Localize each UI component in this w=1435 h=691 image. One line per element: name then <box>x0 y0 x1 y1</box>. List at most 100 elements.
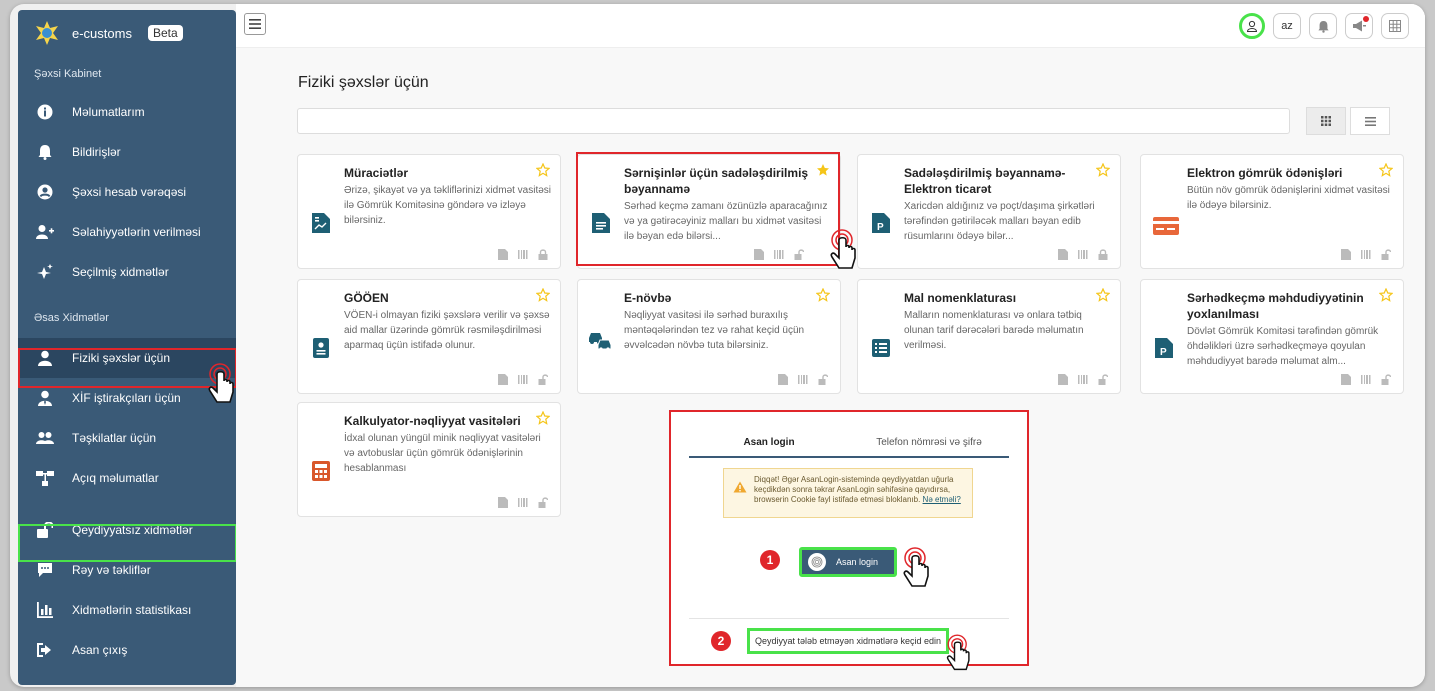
tab-asan-login[interactable]: Asan login <box>689 428 849 456</box>
sidebar-item-organizations[interactable]: Təşkilatlar üçün <box>18 418 236 458</box>
sign-out-icon <box>36 641 54 659</box>
card-title: Kalkulyator-nəqliyyat vasitələri <box>344 414 521 428</box>
service-card-electronic-payments[interactable]: Elektron gömrük ödənişləri Bütün növ göm… <box>1140 154 1404 269</box>
search-input[interactable] <box>297 108 1290 134</box>
cookie-warning: Diqqət! Əgər AsanLogin-sistemində qeydiy… <box>723 468 973 518</box>
card-description: Malların nomenklaturası və onlara tətbiq… <box>904 310 1084 351</box>
sidebar-item-info[interactable]: Məlumatlarım <box>18 92 236 132</box>
section-personal-title: Şəxsi Kabinet <box>34 68 102 80</box>
warning-icon <box>733 481 747 493</box>
favorite-star-icon[interactable] <box>536 288 550 302</box>
favorite-star-icon[interactable] <box>536 163 550 177</box>
credit-card-icon <box>1153 217 1179 235</box>
new-badge-dot <box>1363 16 1369 22</box>
list-view-button[interactable] <box>1350 107 1390 135</box>
sidebar-item-open-data[interactable]: Açıq məlumatlar <box>18 458 236 498</box>
service-card-vehicle-calculator[interactable]: Kalkulyator-nəqliyyat vasitələri İdxal o… <box>297 402 561 517</box>
favorite-star-icon[interactable] <box>816 288 830 302</box>
favorite-star-icon[interactable] <box>1379 163 1393 177</box>
calculator-icon <box>312 461 330 481</box>
unlock-icon <box>1381 249 1391 260</box>
login-tabs: Asan login Telefon nömrəsi və şifrə <box>689 428 1009 458</box>
favorite-star-icon[interactable] <box>1379 288 1393 302</box>
bar-chart-icon <box>36 601 54 619</box>
sidebar-item-label: Səlahiyyətlərin verilməsi <box>72 225 201 239</box>
barcode-icon <box>1078 375 1088 384</box>
card-title: Sərhədkeçmə məhdudiyyətinin yoxlanılması <box>1187 291 1364 321</box>
bell-icon <box>1317 20 1329 33</box>
document-icon <box>1341 374 1351 385</box>
card-feature-icons <box>1341 249 1391 260</box>
brand[interactable]: e-customs Beta <box>18 10 236 56</box>
stars-icon <box>36 263 54 281</box>
step-badge-1: 1 <box>760 550 780 570</box>
main-area: az Fiziki şəxslər üçün Müraciətlər Ərizə… <box>236 4 1425 687</box>
favorite-star-icon[interactable] <box>1096 163 1110 177</box>
document-icon <box>1058 374 1068 385</box>
sidebar-item-label: Bildirişlər <box>72 145 121 159</box>
list-view-icon <box>1364 116 1376 126</box>
service-card-e-queue[interactable]: E-növbə Nəqliyyat vasitəsi ilə sərhəd bu… <box>577 279 841 394</box>
notifications-button[interactable] <box>1309 13 1337 39</box>
document-icon <box>498 374 508 385</box>
sidebar-item-permissions[interactable]: Səlahiyyətlərin verilməsi <box>18 212 236 252</box>
login-panel: Asan login Telefon nömrəsi və şifrə Diqq… <box>669 410 1029 666</box>
sidebar-item-label: Məlumatlarım <box>72 105 145 119</box>
info-icon <box>36 103 54 121</box>
sidebar-item-account[interactable]: Şəxsi hesab vərəqəsi <box>18 172 236 212</box>
sidebar-item-favorites[interactable]: Seçilmiş xidmətlər <box>18 252 236 292</box>
pointer-hand-icon <box>824 228 864 276</box>
lock-icon <box>1098 249 1108 260</box>
service-card-nomenclature[interactable]: Mal nomenklaturası Malların nomenklatura… <box>857 279 1121 394</box>
sidebar-item-notifications[interactable]: Bildirişlər <box>18 132 236 172</box>
service-card-appeals[interactable]: Müraciətlər Ərizə, şikayət və ya təklifl… <box>297 154 561 269</box>
highlight-passenger-card <box>576 152 840 266</box>
beta-badge: Beta <box>147 25 183 41</box>
hamburger-icon <box>249 19 261 29</box>
view-toggle <box>1306 107 1390 135</box>
unregistered-services-link[interactable]: Qeydiyyat tələb etməyən xidmətlərə keçid… <box>747 628 949 654</box>
customs-emblem-icon <box>34 20 60 46</box>
favorite-star-icon[interactable] <box>1096 288 1110 302</box>
menu-toggle-button[interactable] <box>244 13 266 35</box>
card-feature-icons <box>498 497 548 508</box>
sidebar-item-logout[interactable]: Asan çıxış <box>18 630 236 670</box>
unlock-icon <box>538 497 548 508</box>
document-icon <box>1341 249 1351 260</box>
profile-button[interactable] <box>1239 13 1265 39</box>
lock-icon <box>538 249 548 260</box>
language-button[interactable]: az <box>1273 13 1301 39</box>
cars-icon <box>589 333 612 350</box>
id-badge-icon <box>313 338 329 358</box>
service-card-ecommerce-declaration[interactable]: Sadələşdirilmiş bəyannamə-Elektron ticar… <box>857 154 1121 269</box>
service-card-border-restriction[interactable]: Sərhədkeçmə məhdudiyyətinin yoxlanılması… <box>1140 279 1404 394</box>
svg-text:P: P <box>877 222 884 233</box>
card-feature-icons <box>1058 249 1108 260</box>
sidebar-item-label: Açıq məlumatlar <box>72 471 159 485</box>
service-card-gooen[interactable]: GÖÖEN VÖEN-i olmayan fiziki şəxslərə ver… <box>297 279 561 394</box>
document-p-icon: P <box>1155 338 1173 358</box>
announcements-button[interactable] <box>1345 13 1373 39</box>
barcode-icon <box>1361 375 1371 384</box>
card-title: Müraciətlər <box>344 166 409 180</box>
topbar: az <box>236 4 1425 48</box>
document-icon <box>498 497 508 508</box>
tab-phone-password[interactable]: Telefon nömrəsi və şifrə <box>849 428 1009 456</box>
users-icon <box>36 429 54 447</box>
sidebar-item-label: Xidmətlərin statistikası <box>72 603 192 617</box>
card-title: GÖÖEN <box>344 291 389 305</box>
card-feature-icons <box>498 249 548 260</box>
sidebar-item-statistics[interactable]: Xidmətlərin statistikası <box>18 590 236 630</box>
favorite-star-icon[interactable] <box>536 411 550 425</box>
card-feature-icons <box>1058 374 1108 385</box>
pointer-hand-icon <box>897 546 937 594</box>
asan-login-button[interactable]: Asan login <box>799 547 897 577</box>
apps-grid-button[interactable] <box>1381 13 1409 39</box>
unlock-icon <box>818 374 828 385</box>
grid-view-button[interactable] <box>1306 107 1346 135</box>
card-description: VÖEN-i olmayan fiziki şəxslərə verilir v… <box>344 310 550 351</box>
warning-help-link[interactable]: Nə etməli? <box>923 495 961 504</box>
card-description: Xaricdən aldığınız və poçt/daşıma şirkət… <box>904 201 1095 242</box>
document-chart-icon <box>312 213 330 233</box>
card-title: Elektron gömrük ödənişləri <box>1187 166 1343 180</box>
